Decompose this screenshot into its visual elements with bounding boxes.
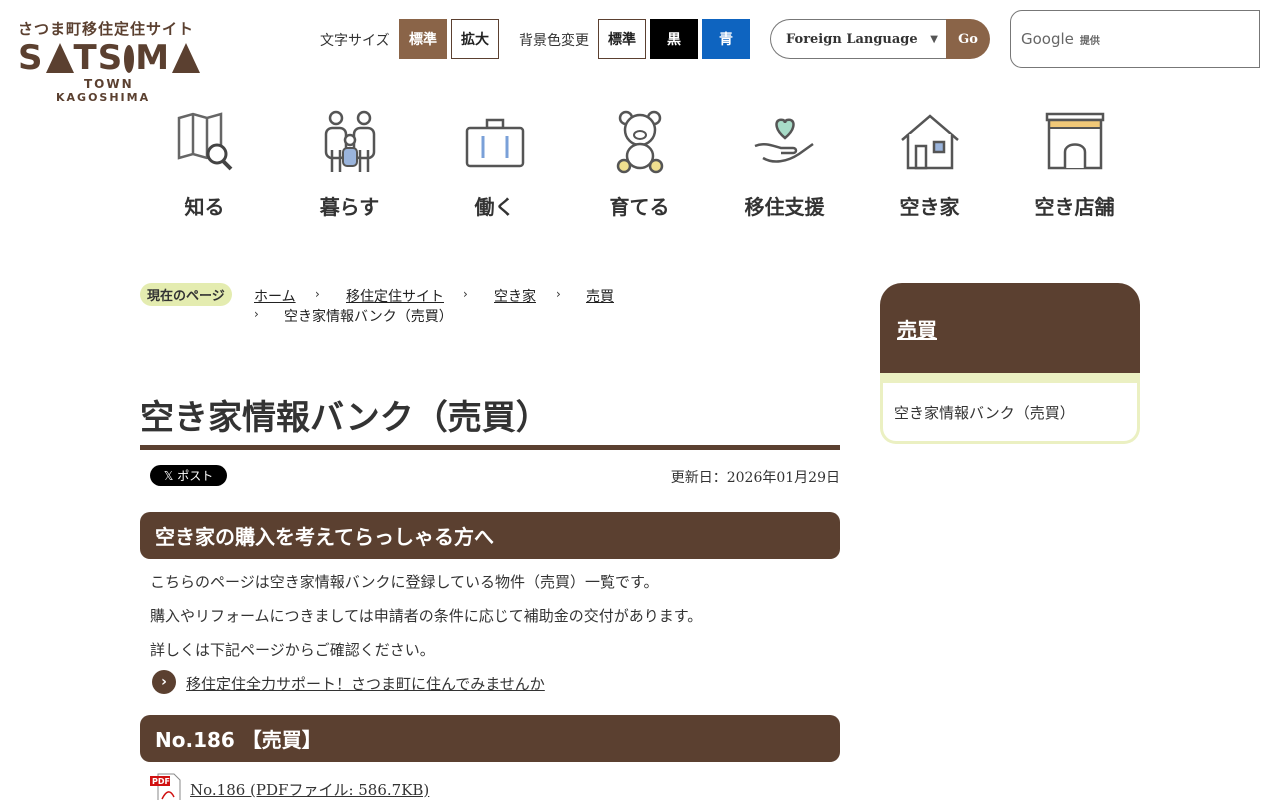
bg-blue-button[interactable]: 青 [702, 19, 750, 59]
text-size-large-button[interactable]: 拡大 [451, 19, 499, 59]
logo-triangle-icon [172, 43, 201, 73]
logo-onsen-ring-icon [124, 45, 135, 73]
paragraph: 購入やリフォームにつきましては申請者の条件に応じて補助金の交付があります。 [150, 607, 703, 625]
family-icon [324, 110, 375, 172]
logo-triangle-icon [45, 43, 74, 73]
nav-item-work[interactable]: 働く [422, 104, 567, 224]
section-heading-no186: No.186 【売買】 [140, 715, 840, 762]
briefcase-icon [465, 118, 524, 168]
logo-subtitle: さつま町移住定住サイト [18, 20, 195, 38]
global-nav: 知る 暮らす 働く 育てる 移住支援 空き家 空き店舗 [132, 104, 1148, 224]
pdf-file-icon: PDF [150, 773, 181, 800]
chevron-right-icon: › [556, 287, 561, 301]
site-logo[interactable]: さつま町移住定住サイト S TS M TOWN KAGOSHIMA [18, 18, 201, 110]
text-size-label: 文字サイズ [320, 33, 390, 49]
logo-letter-s: S [18, 38, 44, 78]
paragraph: 詳しくは下記ページからご確認ください。 [150, 641, 435, 659]
google-logo: Google [1021, 30, 1074, 48]
nav-label: 空き家 [899, 195, 960, 219]
language-select-value: Foreign Language [786, 31, 918, 47]
x-post-button[interactable]: 𝕏 ポスト [150, 465, 227, 486]
side-menu-heading-link[interactable]: 売買 [880, 283, 1140, 373]
page-title: 空き家情報バンク（売買） [140, 390, 840, 450]
logo-letter-m: M [135, 38, 171, 78]
chevron-right-icon: › [315, 287, 320, 301]
map-search-icon [177, 112, 232, 171]
logo-wordmark: S TS M [18, 38, 201, 78]
nav-label: 知る [184, 195, 225, 219]
logo-kagoshima: KAGOSHIMA [56, 91, 151, 104]
language-go-button[interactable]: Go [946, 19, 990, 59]
bg-color-label: 背景色変更 [519, 33, 589, 49]
svg-text:PDF: PDF [152, 777, 170, 786]
chevron-right-icon: › [254, 307, 259, 321]
nav-item-support[interactable]: 移住支援 [712, 104, 857, 224]
nav-label: 働く [474, 195, 515, 219]
site-search-input[interactable]: Google 提供 [1010, 10, 1260, 68]
nav-label: 育てる [609, 195, 670, 219]
breadcrumb-sale[interactable]: 売買 [586, 286, 614, 306]
logo-letters-ts: TS [73, 38, 124, 78]
breadcrumb-current: 空き家情報バンク（売買） [284, 309, 453, 325]
side-menu-item[interactable]: 空き家情報バンク（売買） [880, 373, 1140, 444]
nav-item-vacant-house[interactable]: 空き家 [857, 104, 1002, 224]
language-select[interactable]: Foreign Language ▼ [770, 19, 948, 59]
side-menu: 売買 空き家情報バンク（売買） [880, 283, 1140, 444]
bg-black-button[interactable]: 黒 [650, 19, 698, 59]
house-icon [900, 114, 959, 170]
nav-item-vacant-shop[interactable]: 空き店舗 [1002, 104, 1147, 224]
search-provided-label: 提供 [1079, 35, 1100, 47]
chevron-right-icon: › [463, 287, 468, 301]
logo-town: TOWN [84, 77, 134, 91]
support-page-link[interactable]: 移住定住全力サポート！さつま町に住んでみませんか [186, 673, 545, 694]
nav-label: 空き店舗 [1034, 195, 1115, 219]
bg-standard-button[interactable]: 標準 [598, 19, 646, 59]
updated-date: 更新日：2026年01月29日 [670, 470, 840, 486]
breadcrumb-vacant-house[interactable]: 空き家 [494, 286, 536, 306]
paragraph: こちらのページは空き家情報バンクに登録している物件（売買）一覧です。 [150, 573, 659, 591]
nav-item-know[interactable]: 知る [132, 104, 277, 224]
nav-label: 移住支援 [744, 195, 825, 219]
side-menu-item-label: 空き家情報バンク（売買） [894, 403, 1075, 422]
pdf-download-link[interactable]: No.186 (PDFファイル: 586.7KB) [190, 779, 429, 800]
nav-item-raise[interactable]: 育てる [567, 104, 712, 224]
nav-label: 暮らす [319, 195, 380, 219]
breadcrumb-badge: 現在のページ [140, 283, 232, 306]
section-heading-purchase: 空き家の購入を考えてらっしゃる方へ [140, 512, 840, 559]
arrow-right-icon: › [152, 670, 176, 694]
shop-icon [1045, 112, 1104, 170]
breadcrumb-settlement-site[interactable]: 移住定住サイト [346, 286, 444, 306]
nav-item-live[interactable]: 暮らす [277, 104, 422, 224]
text-size-standard-button[interactable]: 標準 [399, 19, 447, 59]
heart-hand-icon [754, 118, 814, 163]
breadcrumb-home[interactable]: ホーム [254, 286, 296, 306]
teddy-bear-icon [616, 110, 663, 174]
chevron-down-icon: ▼ [930, 34, 938, 45]
